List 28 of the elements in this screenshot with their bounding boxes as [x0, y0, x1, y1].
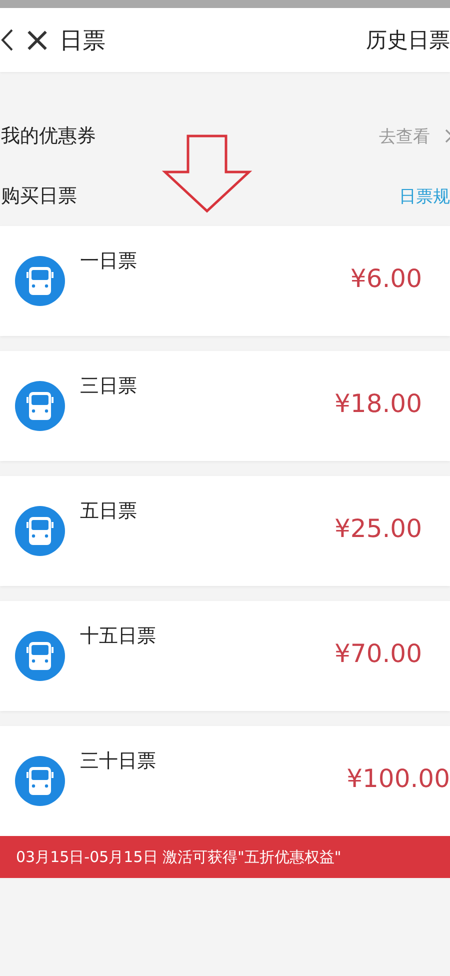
section-title: 购买日票	[1, 184, 77, 209]
ticket-card[interactable]: 三日票 ¥18.00	[0, 351, 450, 461]
bus-icon	[15, 506, 65, 556]
down-arrow-icon	[162, 134, 252, 214]
ticket-card[interactable]: 十五日票 ¥70.00	[0, 601, 450, 711]
bus-icon	[15, 631, 65, 681]
ticket-card[interactable]: 三十日票 ¥100.00	[0, 726, 450, 836]
ticket-name: 十五日票	[80, 624, 156, 649]
ticket-card[interactable]: 一日票 ¥6.00	[0, 226, 450, 336]
ticket-price: ¥25.00	[334, 514, 422, 543]
ticket-price: ¥6.00	[350, 264, 422, 293]
promo-banner: 03月15日-05月15日 激活可获得"五折优惠权益"	[0, 836, 450, 878]
page-title: 日票	[60, 26, 106, 56]
ticket-name: 一日票	[80, 249, 137, 274]
ticket-card[interactable]: 五日票 ¥25.00	[0, 476, 450, 586]
history-link[interactable]: 历史日票	[366, 26, 450, 54]
ticket-name: 五日票	[80, 499, 137, 524]
ticket-name: 三十日票	[80, 749, 156, 774]
close-button[interactable]: ×	[23, 23, 52, 57]
ticket-price: ¥100.00	[346, 764, 450, 793]
ticket-name: 三日票	[80, 374, 137, 399]
back-icon[interactable]	[1, 29, 13, 51]
coupon-label: 我的优惠券	[1, 124, 96, 149]
bus-icon	[15, 381, 65, 431]
ticket-price: ¥70.00	[334, 639, 422, 668]
ticket-price: ¥18.00	[334, 389, 422, 418]
bus-icon	[15, 256, 65, 306]
bus-icon	[15, 756, 65, 806]
